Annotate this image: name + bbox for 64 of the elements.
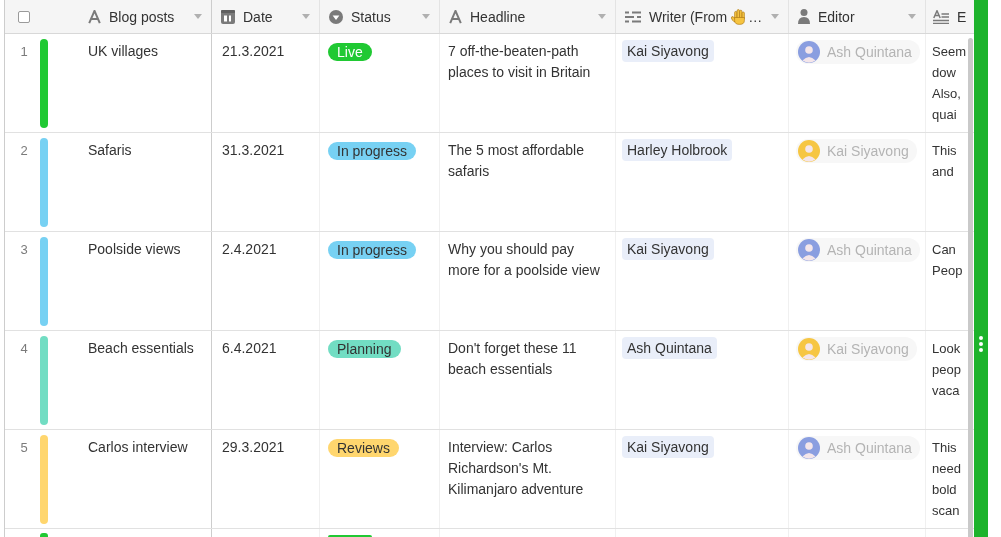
text-type-icon bbox=[449, 9, 462, 24]
column-header[interactable]: Writer (From … bbox=[616, 0, 788, 33]
status-pill: Planning bbox=[328, 340, 401, 358]
writer-chip: Ash Quintana bbox=[622, 337, 717, 359]
post-title: Carlos interview bbox=[88, 438, 188, 457]
caret-icon bbox=[771, 14, 779, 19]
notes-text: This and bbox=[932, 142, 957, 181]
date-text: 2.4.2021 bbox=[222, 241, 277, 257]
grip-dots-icon bbox=[979, 336, 983, 352]
caret-icon bbox=[302, 14, 310, 19]
headline-text: Don't forget these 11 beach essentials bbox=[448, 339, 578, 379]
column-header[interactable]: Headline bbox=[440, 0, 615, 33]
date-text: 21.3.2021 bbox=[222, 43, 285, 59]
headline-text: The 5 most affordable safaris bbox=[448, 141, 585, 181]
status-pill: In progress bbox=[328, 241, 417, 259]
editor-name: Ash Quintana bbox=[827, 240, 912, 260]
column-header[interactable]: E bbox=[926, 0, 974, 33]
notes-text: Look peop vaca bbox=[932, 340, 961, 400]
headline-text: Interview: Carlos Richardson's Mt. Kilimanjaro adventure bbox=[448, 438, 585, 499]
date-text: 31.3.2021 bbox=[222, 142, 285, 158]
notes-text: Can Peop bbox=[932, 241, 963, 280]
panel-resize-bar[interactable] bbox=[974, 0, 988, 537]
headline-text: Why you should pay more for a poolside view bbox=[448, 240, 601, 280]
date-text: 29.3.2021 bbox=[222, 439, 285, 455]
row-number: 3 bbox=[20, 241, 28, 259]
scrollbar-thumb[interactable] bbox=[968, 38, 973, 537]
row-number: 1 bbox=[20, 43, 28, 61]
date-text: 6.4.2021 bbox=[222, 340, 277, 356]
row-number: 5 bbox=[20, 439, 28, 457]
editor-name: Kai Siyavong bbox=[827, 141, 909, 161]
row-number: 2 bbox=[20, 142, 28, 160]
post-title: Safaris bbox=[88, 141, 132, 160]
editor-name: Ash Quintana bbox=[827, 438, 912, 458]
status-pill: Reviews bbox=[328, 439, 399, 457]
caret-icon bbox=[598, 14, 606, 19]
writer-chip: Kai Siyavong bbox=[622, 436, 714, 458]
row-number: 4 bbox=[20, 340, 28, 358]
post-title: UK villages bbox=[88, 42, 159, 61]
column-header[interactable]: Status bbox=[320, 0, 439, 33]
writer-chip: Kai Siyavong bbox=[622, 238, 714, 260]
select-all-checkbox[interactable] bbox=[18, 10, 30, 23]
column-header[interactable]: Blog posts bbox=[79, 0, 211, 33]
editor-name: Ash Quintana bbox=[827, 42, 912, 62]
notes-text: This need bold scan bbox=[932, 439, 961, 520]
lines-icon bbox=[625, 10, 641, 23]
notes-text: Seem dow Also, quai bbox=[932, 43, 966, 124]
headline-text: 7 off-the-beaten-path places to visit in Britain bbox=[448, 42, 592, 82]
column-header[interactable]: Date bbox=[212, 0, 319, 33]
status-pill: Live bbox=[328, 43, 372, 61]
column-header[interactable]: Editor bbox=[789, 0, 925, 33]
status-pill: In progress bbox=[328, 142, 417, 160]
post-title: Poolside views bbox=[88, 240, 181, 259]
calendar-icon bbox=[221, 9, 235, 24]
editor-name: Kai Siyavong bbox=[827, 339, 909, 359]
text-type-icon bbox=[88, 9, 101, 24]
caret-icon bbox=[194, 14, 202, 19]
person-icon bbox=[798, 9, 810, 24]
caret-icon bbox=[908, 14, 916, 19]
post-title: Beach essentials bbox=[88, 339, 194, 358]
dropdown-circle-icon bbox=[329, 9, 343, 24]
long-text-icon bbox=[933, 9, 949, 24]
caret-icon bbox=[422, 14, 430, 19]
writer-chip: Harley Holbrook bbox=[622, 139, 733, 161]
writer-chip: Kai Siyavong bbox=[622, 40, 714, 62]
